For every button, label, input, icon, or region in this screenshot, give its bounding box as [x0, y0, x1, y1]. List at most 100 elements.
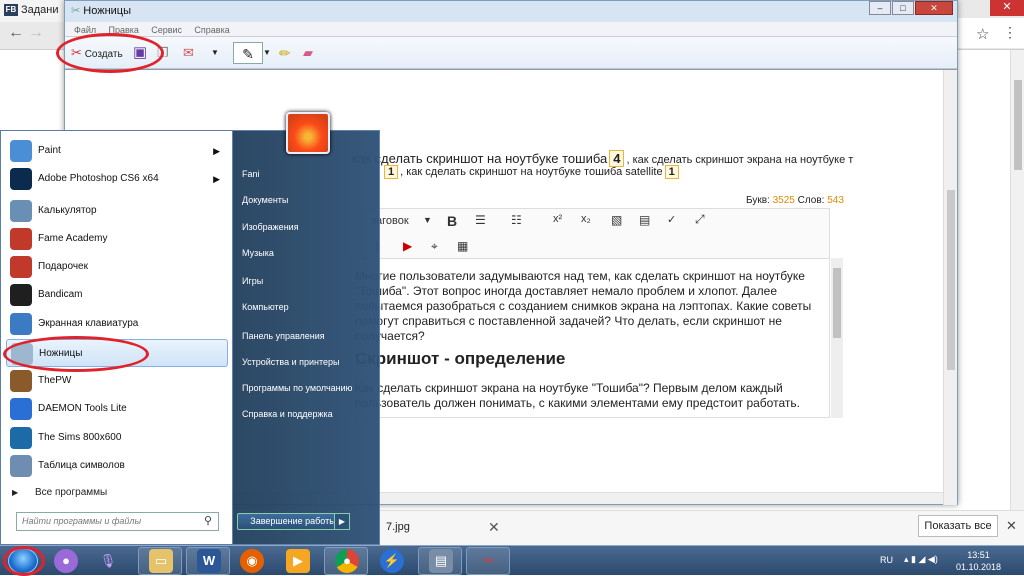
editor-scrollbar[interactable]	[831, 258, 843, 418]
start-menu-item[interactable]: The Sims 800x600	[6, 424, 228, 452]
start-menu-item[interactable]: Подарочек	[6, 253, 228, 281]
download-filename[interactable]: 7.jpg	[386, 521, 410, 533]
start-menu-item[interactable]: Bandicam	[6, 281, 228, 309]
show-all-button[interactable]: Показать все	[918, 515, 998, 537]
user-avatar[interactable]	[286, 112, 330, 154]
start-menu-item[interactable]: Fame Academy	[6, 225, 228, 253]
save-disk-icon[interactable]: ▤	[639, 213, 650, 227]
taskbar-chrome[interactable]: ●	[324, 547, 368, 575]
thepw-icon	[10, 370, 32, 392]
highlighter-icon[interactable]: ✏	[279, 42, 299, 64]
taskbar-explorer[interactable]: ▭	[138, 547, 182, 575]
start-menu-item[interactable]: Paint ▶	[6, 137, 228, 165]
all-programs-item[interactable]: ▶ Все программы	[6, 484, 228, 502]
pen-icon[interactable]: ✎	[233, 42, 263, 64]
microphone-icon[interactable]: 🎙	[96, 549, 120, 573]
red-highlight-oval	[56, 33, 164, 73]
start-menu-link[interactable]: Программы по умолчанию	[242, 383, 352, 393]
shutdown-options-icon[interactable]: ▶	[334, 513, 350, 530]
send-dropdown-icon[interactable]: ▼	[211, 42, 221, 64]
eraser-icon[interactable]: ▰	[303, 42, 323, 64]
bold-icon[interactable]: B	[447, 213, 457, 229]
start-menu-link[interactable]: Изображения	[242, 222, 299, 232]
youtube-icon[interactable]: ▶	[403, 239, 412, 253]
firefox-icon[interactable]: ◉	[240, 549, 264, 573]
scrollbar-thumb[interactable]	[947, 190, 955, 370]
photoshop-icon	[10, 168, 32, 190]
start-menu-item-label: DAEMON Tools Lite	[38, 403, 127, 414]
text-line: "Тошиба". Этот вопрос иногда доставляет …	[355, 284, 777, 298]
sims-icon	[10, 427, 32, 449]
close-download-bar-icon[interactable]: ✕	[1006, 518, 1017, 534]
taskbar-snipping-tool[interactable]: ✂	[466, 547, 510, 575]
start-menu-link[interactable]: Музыка	[242, 248, 274, 258]
browser-scrollbar[interactable]	[1010, 50, 1024, 510]
start-menu-link[interactable]: Справка и поддержка	[242, 409, 333, 419]
tag-count-badge: 1	[664, 165, 679, 179]
submenu-arrow-icon: ▶	[213, 146, 220, 156]
start-menu-link[interactable]: Панель управления	[242, 331, 325, 341]
start-menu-item[interactable]: Экранная клавиатура	[6, 310, 228, 338]
tray-icons[interactable]: ▴ ▮ ◢ ◀)	[904, 554, 938, 565]
menu-tools[interactable]: Сервис	[151, 25, 182, 35]
clock[interactable]: 13:51 01.10.2018	[956, 549, 1001, 573]
browser-close-button[interactable]: ✕	[990, 0, 1024, 16]
scrollbar-thumb[interactable]	[1014, 80, 1022, 170]
start-menu-link[interactable]: Документы	[242, 195, 288, 205]
alice-icon[interactable]: ●	[54, 549, 78, 573]
shutdown-button[interactable]: Завершение работы	[237, 513, 349, 530]
spellcheck-icon[interactable]: ✓	[667, 213, 676, 226]
subscript-icon[interactable]: x₂	[581, 213, 591, 225]
start-search-input[interactable]: Найти программы и файлы	[16, 512, 219, 531]
table-icon[interactable]: ▦	[457, 239, 468, 253]
start-menu-item[interactable]: Калькулятор	[6, 197, 228, 225]
canvas-vertical-scrollbar[interactable]	[943, 70, 957, 505]
start-menu-link[interactable]: Устройства и принтеры	[242, 357, 340, 367]
start-menu-item[interactable]: Таблица символов	[6, 452, 228, 480]
browser-menu-icon[interactable]: ⋮	[1003, 24, 1017, 41]
expand-arrow-icon: ▶	[12, 488, 19, 497]
daemon-tools-icon[interactable]: ⚡	[380, 549, 404, 573]
taskbar-word[interactable]: W	[186, 547, 230, 575]
text-line: помогут справиться с поставленной задаче…	[355, 314, 782, 328]
close-button[interactable]: ✕	[915, 1, 953, 15]
editor-toolbar: заговок ▼ B ☰ ☷ x² x₂ ▧ ▤ ✓ ⤢ } ▶ ⌖ ▦	[360, 208, 830, 260]
pen-dropdown-icon[interactable]: ▼	[263, 42, 273, 64]
send-snip-icon[interactable]: ✉	[183, 42, 203, 64]
media-player-icon[interactable]: ▶	[286, 549, 310, 573]
map-pin-icon[interactable]: ⌖	[431, 239, 438, 254]
start-menu-item[interactable]: DAEMON Tools Lite	[6, 395, 228, 423]
image-icon[interactable]: ▧	[611, 213, 622, 227]
start-menu-item[interactable]: Adobe Photoshop CS6 x64 ▶	[6, 165, 228, 193]
close-icon[interactable]: ✕	[488, 519, 500, 536]
start-menu-item[interactable]: ThePW	[6, 367, 228, 395]
menu-help[interactable]: Справка	[194, 25, 229, 35]
text-line: пользователь должен понимать, с какими э…	[355, 396, 800, 410]
scrollbar-thumb[interactable]	[833, 268, 841, 338]
scissors-icon: ✂	[483, 553, 495, 568]
maximize-button[interactable]: □	[892, 1, 914, 15]
minimize-button[interactable]: –	[869, 1, 891, 15]
start-menu-link[interactable]: Игры	[242, 276, 263, 286]
words-count: 543	[827, 195, 844, 206]
superscript-icon[interactable]: x²	[553, 213, 562, 225]
paint-icon	[10, 140, 32, 162]
snipping-tool-title: ✂ Ножницы	[71, 4, 131, 17]
browser-tab[interactable]: FB Задани	[0, 0, 66, 22]
taskbar-app[interactable]: ▤	[418, 547, 462, 575]
start-menu-item-label: Калькулятор	[38, 205, 97, 216]
bookmark-star-icon[interactable]: ☆	[976, 25, 989, 43]
forward-arrow-icon[interactable]: →	[28, 24, 44, 42]
back-arrow-icon[interactable]: ←	[8, 24, 24, 42]
device-icon: ▤	[429, 549, 453, 573]
editor-body[interactable]: Многие пользователи задумываются над тем…	[350, 258, 830, 418]
start-menu-link[interactable]: Компьютер	[242, 302, 289, 312]
format-dropdown-icon[interactable]: ▼	[423, 215, 432, 225]
numbered-list-icon[interactable]: ☷	[511, 213, 522, 227]
search-icon[interactable]: ⚲	[204, 514, 212, 527]
fullscreen-icon[interactable]: ⤢	[695, 212, 705, 227]
browser-tab-label: Задани	[21, 4, 59, 16]
language-indicator[interactable]: RU	[880, 555, 893, 565]
start-menu-link[interactable]: Fani	[242, 169, 260, 179]
bullet-list-icon[interactable]: ☰	[475, 213, 486, 227]
